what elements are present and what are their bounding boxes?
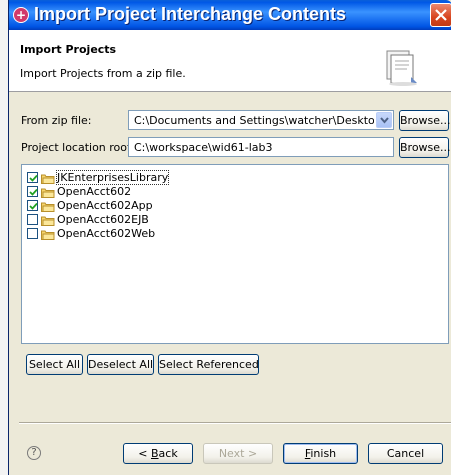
background-window-edge: [0, 0, 8, 475]
banner-title: Import Projects: [20, 43, 117, 56]
project-name: OpenAcct602: [57, 185, 132, 198]
back-prefix: <: [138, 447, 151, 460]
finish-button[interactable]: Finish: [283, 443, 358, 464]
browse-zip-button[interactable]: Browse...: [399, 110, 451, 131]
deselect-all-button[interactable]: Deselect All: [87, 354, 154, 375]
checkmark-icon: [29, 174, 38, 182]
zip-file-value: C:\Documents and Settings\watcher\Deskto…: [134, 114, 374, 127]
import-wizard-icon: [386, 50, 417, 86]
project-folder-icon: [41, 174, 55, 184]
project-checkbox[interactable]: [27, 172, 38, 183]
close-button[interactable]: [430, 3, 451, 27]
back-mnemonic: B: [151, 447, 159, 460]
location-root-label: Project location root:: [21, 141, 136, 154]
next-button[interactable]: Next >: [203, 443, 273, 464]
app-icon: +: [13, 7, 29, 23]
select-all-button[interactable]: Select All: [26, 354, 83, 375]
zip-file-label: From zip file:: [21, 114, 92, 127]
checkmark-icon: [29, 188, 38, 196]
project-checkbox[interactable]: [27, 228, 38, 239]
finish-label-rest: inish: [310, 447, 337, 460]
location-root-value: C:\workspace\wid61-lab3: [134, 141, 273, 154]
cancel-button[interactable]: Cancel: [368, 443, 443, 464]
help-icon[interactable]: ?: [27, 446, 41, 460]
project-name: OpenAcct602App: [57, 199, 153, 212]
banner-description: Import Projects from a zip file.: [20, 67, 186, 80]
back-button[interactable]: < Back: [123, 443, 193, 464]
combo-dropdown-button[interactable]: [376, 112, 392, 128]
project-folder-icon: [41, 202, 55, 212]
project-folder-icon: [41, 216, 55, 226]
close-icon: [435, 9, 447, 21]
select-referenced-button[interactable]: Select Referenced: [158, 354, 259, 375]
project-folder-icon: [41, 230, 55, 240]
footer-separator: [19, 422, 451, 424]
project-name: JKEnterprisesLibrary: [55, 170, 170, 185]
import-dialog: + Import Project Interchange Contents Im…: [8, 0, 451, 475]
project-folder-icon: [41, 188, 55, 198]
title-bar[interactable]: + Import Project Interchange Contents: [9, 0, 451, 30]
wizard-banner: Import Projects Import Projects from a z…: [9, 30, 451, 92]
window-title: Import Project Interchange Contents: [34, 4, 347, 24]
project-checkbox[interactable]: [27, 214, 38, 225]
checkmark-icon: [29, 202, 38, 210]
browse-location-button[interactable]: Browse...: [399, 137, 451, 158]
project-list[interactable]: JKEnterprisesLibrary OpenAcct602 OpenAcc…: [21, 164, 449, 344]
zip-file-combo[interactable]: C:\Documents and Settings\watcher\Deskto…: [128, 110, 394, 130]
project-checkbox[interactable]: [27, 186, 38, 197]
project-name: OpenAcct602EJB: [57, 213, 149, 226]
back-label-rest: ack: [158, 447, 178, 460]
project-checkbox[interactable]: [27, 200, 38, 211]
location-root-field[interactable]: C:\workspace\wid61-lab3: [128, 137, 394, 157]
chevron-down-icon: [380, 117, 389, 124]
project-name: OpenAcct602Web: [57, 227, 156, 240]
